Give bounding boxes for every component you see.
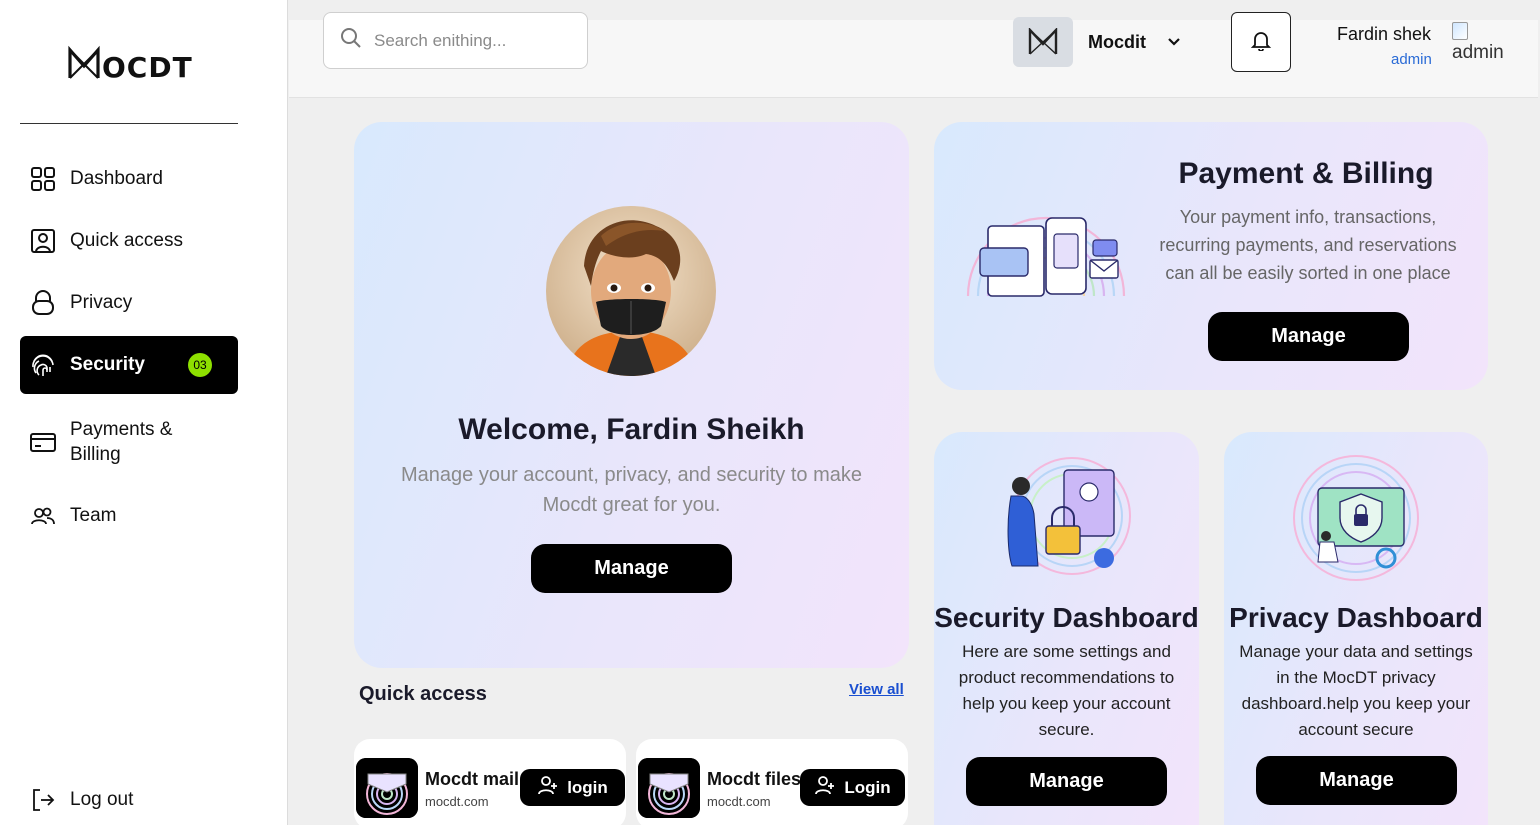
payment-manage-button[interactable]: Manage <box>1208 312 1409 361</box>
sidebar-item-privacy[interactable]: Privacy <box>20 285 238 321</box>
quick-access-app-mail[interactable]: Mocdt mail mocdt.com login <box>354 739 626 825</box>
files-login-button[interactable]: Login <box>800 769 905 806</box>
lock-icon <box>30 290 56 316</box>
welcome-card: Welcome, Fardin Sheikh Manage your accou… <box>354 122 909 668</box>
privacy-dashboard-description: Manage your data and settings in the Moc… <box>1239 642 1473 739</box>
welcome-manage-button[interactable]: Manage <box>531 544 732 593</box>
user-name: Fardin shek <box>1337 24 1432 44</box>
security-dashboard-card: Security Dashboard Here are some setting… <box>934 432 1199 825</box>
sidebar-item-security[interactable]: Security 03 <box>20 336 238 394</box>
sidebar-item-label: Quick access <box>70 230 183 251</box>
sidebar-item-quick-access[interactable]: Quick access <box>20 223 238 259</box>
privacy-manage-button[interactable]: Manage <box>1256 756 1457 805</box>
quick-access-app-files[interactable]: Mocdt files mocdt.com Login <box>636 739 908 825</box>
avatar[interactable]: admin <box>1452 22 1530 82</box>
search-input[interactable] <box>374 30 564 51</box>
search-icon <box>340 27 362 54</box>
payment-illustration <box>958 204 1134 306</box>
logout-button[interactable]: Log out <box>20 782 238 818</box>
sidebar-item-label: Payments & Billing <box>70 419 173 465</box>
mail-login-button[interactable]: login <box>520 769 625 806</box>
payment-description: Your payment info, transactions, recurri… <box>1159 207 1457 283</box>
mocdt-files-app-icon <box>638 758 700 818</box>
org-switcher-label[interactable]: Mocdit <box>1088 32 1146 53</box>
security-manage-button[interactable]: Manage <box>966 757 1167 806</box>
welcome-title: Welcome, Fardin Sheikh <box>458 413 805 446</box>
search-box[interactable] <box>323 12 588 69</box>
profile-portrait <box>546 206 716 376</box>
sidebar-item-dashboard[interactable]: Dashboard <box>20 161 238 197</box>
welcome-description: Manage your account, privacy, and securi… <box>401 464 862 516</box>
chevron-down-icon[interactable] <box>1165 33 1183 51</box>
app-url: mocdt.com <box>425 794 489 809</box>
logout-icon <box>30 787 56 813</box>
bell-icon <box>1250 29 1272 56</box>
sidebar: OCDT Dashboard Quick access Privacy Secu… <box>0 0 288 825</box>
sidebar-item-payments-billing[interactable]: Payments & Billing <box>20 416 238 468</box>
grid-icon <box>30 166 56 192</box>
quick-access-title: Quick access <box>359 683 487 705</box>
privacy-dashboard-title: Privacy Dashboard <box>1229 602 1483 633</box>
security-count-badge: 03 <box>188 353 212 377</box>
brand-logo[interactable]: OCDT <box>68 44 192 84</box>
add-user-icon <box>814 774 836 801</box>
privacy-illustration <box>1286 454 1426 584</box>
app-name: Mocdt mail <box>425 769 520 789</box>
sidebar-item-label: Security <box>70 354 145 375</box>
app-name: Mocdt files <box>707 769 802 789</box>
view-all-link[interactable]: View all <box>849 681 904 698</box>
payment-billing-card: Payment & Billing Your payment info, tra… <box>934 122 1488 390</box>
logout-label: Log out <box>70 789 134 810</box>
payment-title: Payment & Billing <box>1178 157 1434 190</box>
privacy-dashboard-card: Privacy Dashboard Manage your data and s… <box>1224 432 1488 825</box>
user-role: admin <box>1391 51 1432 68</box>
sidebar-item-label: Team <box>70 505 117 526</box>
team-icon <box>30 503 56 529</box>
sidebar-item-team[interactable]: Team <box>20 498 238 534</box>
login-label: login <box>567 777 608 797</box>
app-url: mocdt.com <box>707 794 771 809</box>
avatar-alt-text: admin <box>1452 42 1504 63</box>
fingerprint-icon <box>30 352 56 378</box>
security-illustration <box>996 454 1136 584</box>
broken-image-icon <box>1452 22 1468 40</box>
security-dashboard-description: Here are some settings and product recom… <box>958 642 1175 739</box>
credit-card-icon <box>30 429 56 455</box>
notifications-button[interactable] <box>1231 12 1291 72</box>
mocdt-mail-app-icon <box>356 758 418 818</box>
security-dashboard-title: Security Dashboard <box>934 602 1199 633</box>
org-logo[interactable] <box>1013 17 1073 67</box>
sidebar-item-label: Privacy <box>70 292 133 313</box>
user-frame-icon <box>30 228 56 254</box>
sidebar-divider <box>20 123 238 124</box>
login-label: Login <box>844 777 891 797</box>
add-user-icon <box>537 774 559 801</box>
sidebar-item-label: Dashboard <box>70 168 163 189</box>
svg-text:OCDT: OCDT <box>102 51 192 84</box>
